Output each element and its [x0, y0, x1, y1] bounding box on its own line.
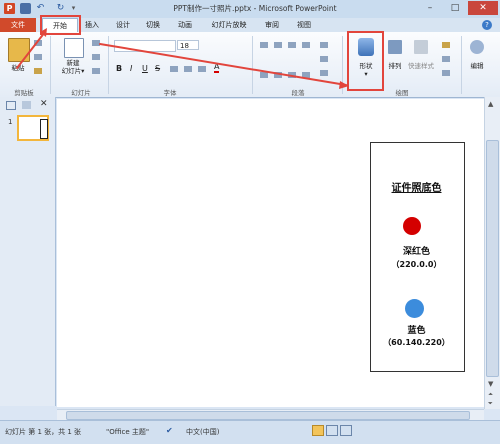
scroll-down-icon[interactable]: ▼: [488, 380, 493, 388]
slide-thumbnail-card: [40, 119, 48, 139]
deep-red-rgb: （220.0.0）: [391, 260, 442, 269]
blue-swatch: [405, 299, 424, 318]
spellcheck-icon[interactable]: ✔: [166, 426, 173, 435]
normal-view-icon[interactable]: [312, 425, 324, 436]
horizontal-scroll-thumb[interactable]: [66, 411, 470, 420]
slides-tab-icon[interactable]: [6, 101, 16, 110]
scroll-up-icon[interactable]: ▲: [488, 100, 493, 108]
reading-view-icon[interactable]: [340, 425, 352, 436]
previous-slide-icon[interactable]: ⏶: [488, 391, 493, 399]
vertical-scroll-thumb[interactable]: [486, 140, 499, 377]
card-title: 证件照底色: [391, 183, 442, 194]
slide-thumbnail-pane: [0, 97, 56, 406]
blue-rgb: （60.140.220）: [383, 338, 450, 347]
deep-red-label: 深红色: [402, 247, 430, 257]
language-status: 中文(中国): [186, 428, 220, 436]
next-slide-icon[interactable]: ⏷: [488, 400, 493, 408]
deep-red-swatch: [403, 217, 421, 235]
outline-tab-icon[interactable]: [22, 101, 31, 109]
slide-number: 1: [8, 118, 13, 126]
blue-label: 蓝色: [407, 326, 426, 336]
theme-status: "Office 主题": [106, 428, 150, 436]
close-pane-icon[interactable]: ✕: [40, 99, 48, 109]
slide-count-status: 幻灯片 第 1 张，共 1 张: [5, 428, 82, 436]
slide-sorter-view-icon[interactable]: [326, 425, 338, 436]
